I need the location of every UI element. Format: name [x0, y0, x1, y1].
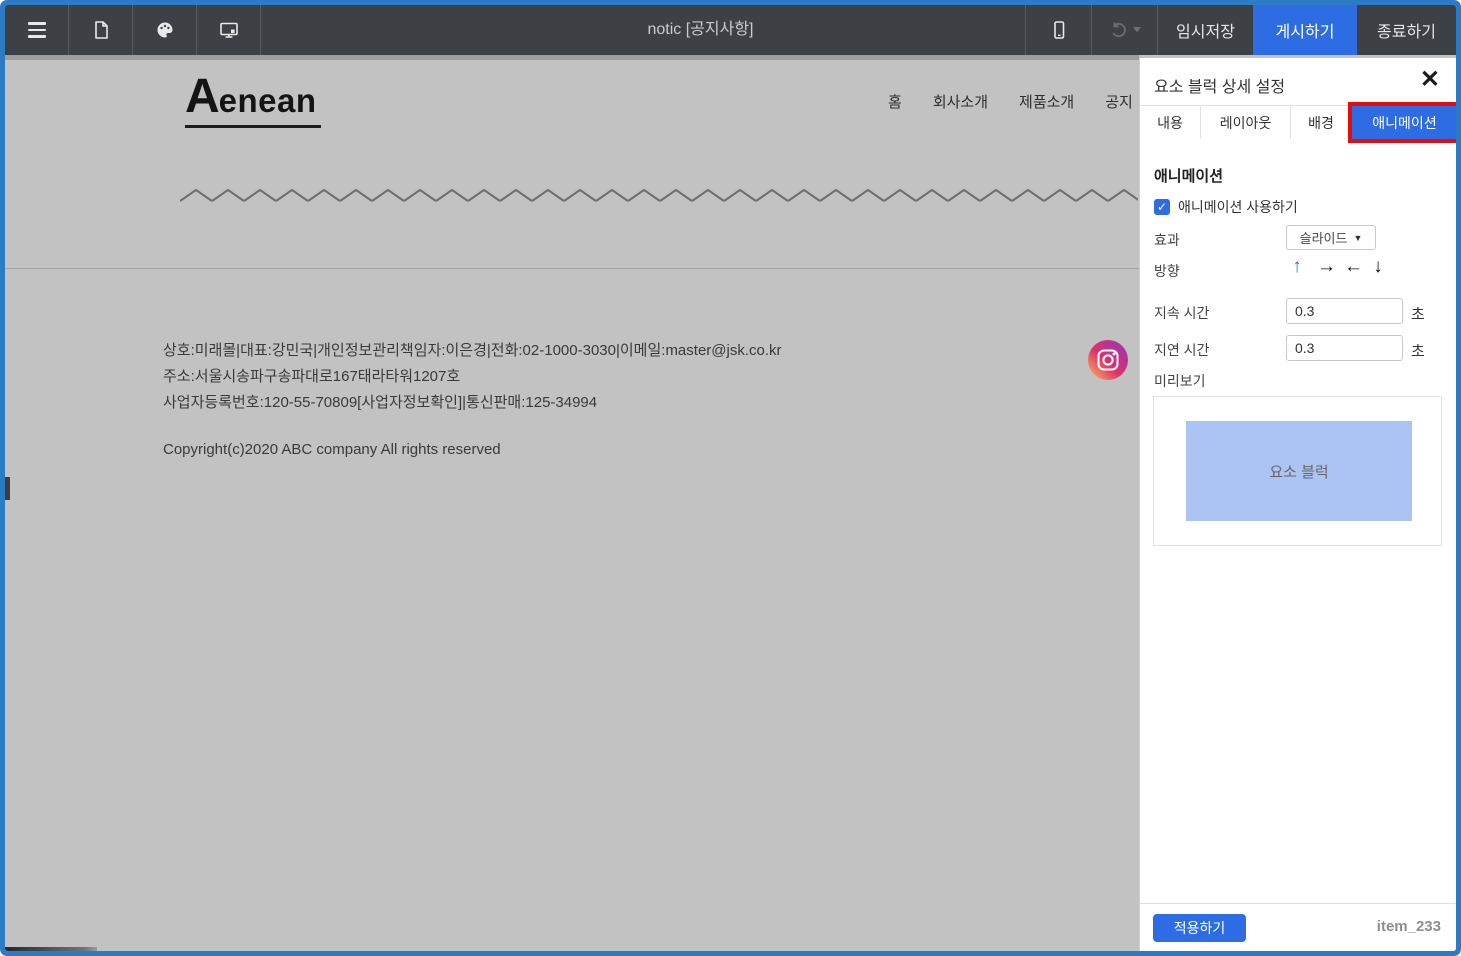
- palette-icon: [157, 22, 172, 38]
- close-icon[interactable]: ✕: [1420, 66, 1440, 95]
- theme-button[interactable]: [133, 5, 197, 55]
- duration-unit: 초: [1411, 306, 1425, 323]
- tab-animation[interactable]: 애니메이션: [1352, 106, 1456, 139]
- duration-label: 지속 시간: [1154, 305, 1210, 321]
- preview-label: 미리보기: [1154, 373, 1206, 389]
- direction-label: 방향: [1154, 263, 1180, 279]
- page-button[interactable]: [69, 5, 133, 55]
- use-animation-checkbox-row[interactable]: ✓ 애니메이션 사용하기: [1154, 197, 1298, 217]
- panel-title: 요소 블럭 상세 설정: [1154, 79, 1286, 96]
- panel-footer: 적용하기 item_233: [1140, 903, 1456, 951]
- effect-label: 효과: [1154, 232, 1180, 248]
- delay-label: 지연 시간: [1154, 342, 1210, 358]
- settings-panel: 요소 블럭 상세 설정 ✕ 내용 레이아웃 배경 애니메이션 애니메이션 ✓ 애…: [1139, 58, 1456, 951]
- site-logo[interactable]: Aenean: [185, 69, 321, 128]
- top-toolbar: notic [공지사항] 임시저장 게시하기 종료하기: [5, 5, 1456, 55]
- canvas-top-strip: [5, 55, 1139, 60]
- item-id-text: item_233: [1376, 918, 1441, 935]
- menu-button[interactable]: [5, 5, 69, 55]
- tab-background[interactable]: 배경: [1291, 106, 1352, 139]
- apply-button[interactable]: 적용하기: [1153, 914, 1246, 942]
- logo-text: enean: [218, 82, 317, 119]
- preview-area: 요소 블럭: [1153, 396, 1442, 546]
- nav-item-products[interactable]: 제품소개: [1019, 91, 1074, 112]
- horizontal-scrollbar-thumb[interactable]: [5, 947, 97, 951]
- footer-line: 사업자등록번호:120-55-70809[사업자정보확인]|통신판매:125-3…: [163, 394, 598, 411]
- use-animation-label: 애니메이션 사용하기: [1178, 199, 1298, 215]
- effect-value: 슬라이드: [1299, 231, 1348, 246]
- toolbar-left-group: [5, 5, 261, 55]
- logo-initial: A: [185, 70, 220, 123]
- section-divider: [5, 268, 1139, 269]
- instagram-icon[interactable]: [1088, 340, 1128, 380]
- monitor-icon: [219, 22, 238, 38]
- direction-down-icon[interactable]: ↓: [1371, 256, 1385, 278]
- tab-content[interactable]: 내용: [1140, 106, 1201, 139]
- effect-dropdown[interactable]: 슬라이드 ▼: [1286, 225, 1376, 250]
- exit-button[interactable]: 종료하기: [1357, 5, 1456, 55]
- publish-button[interactable]: 게시하기: [1253, 5, 1357, 55]
- toolbar-right-group: 임시저장 게시하기 종료하기: [1025, 5, 1456, 55]
- undo-caret-icon: [1132, 27, 1141, 33]
- duration-input[interactable]: [1286, 298, 1403, 324]
- document-icon: [94, 21, 108, 39]
- editor-window: notic [공지사항] 임시저장 게시하기 종료하기 Aenean 홈 회사소…: [5, 5, 1456, 951]
- checkbox-checked-icon[interactable]: ✓: [1154, 199, 1170, 215]
- nav-item-home[interactable]: 홈: [888, 91, 902, 112]
- animation-section-title: 애니메이션: [1154, 168, 1224, 185]
- mobile-phone-icon: [1053, 21, 1064, 39]
- footer-info-block: 상호:미래몰|대표:강민국|개인정보관리책임자:이은경|전화:02-1000-3…: [163, 338, 782, 416]
- preview-element-block: 요소 블럭: [1186, 421, 1412, 521]
- panel-tabs: 내용 레이아웃 배경 애니메이션: [1140, 105, 1456, 139]
- nav-item-notice[interactable]: 공지: [1105, 91, 1133, 112]
- screenshot-frame: notic [공지사항] 임시저장 게시하기 종료하기 Aenean 홈 회사소…: [0, 0, 1461, 956]
- copyright-text: Copyright(c)2020 ABC company All rights …: [163, 441, 501, 458]
- display-button[interactable]: [197, 5, 261, 55]
- undo-button[interactable]: [1091, 5, 1157, 55]
- direction-options: ↑ → ← ↓: [1290, 256, 1385, 278]
- zigzag-divider: [180, 187, 1138, 210]
- vertical-scrollbar-thumb[interactable]: [5, 477, 10, 500]
- mobile-preview-button[interactable]: [1025, 5, 1091, 55]
- site-nav: 홈 회사소개 제품소개 공지: [888, 91, 1139, 112]
- footer-line: 주소:서울시송파구송파대로167태라타워1207호: [163, 368, 461, 385]
- site-canvas: Aenean 홈 회사소개 제품소개 공지 상호:미래몰|대표:강민국|개인정보…: [5, 55, 1139, 951]
- menu-icon: [27, 22, 46, 38]
- delay-input[interactable]: [1286, 335, 1403, 361]
- direction-left-icon[interactable]: ←: [1344, 256, 1363, 278]
- nav-item-company[interactable]: 회사소개: [933, 91, 988, 112]
- direction-up-icon[interactable]: ↑: [1290, 256, 1304, 278]
- temp-save-button[interactable]: 임시저장: [1157, 5, 1253, 55]
- delay-unit: 초: [1411, 343, 1425, 360]
- direction-right-icon[interactable]: →: [1317, 256, 1336, 278]
- footer-line: 상호:미래몰|대표:강민국|개인정보관리책임자:이은경|전화:02-1000-3…: [163, 342, 782, 359]
- chevron-down-icon: ▼: [1353, 232, 1363, 243]
- tab-layout[interactable]: 레이아웃: [1201, 106, 1291, 139]
- page-title: notic [공지사항]: [647, 21, 754, 38]
- undo-icon: [1112, 22, 1126, 38]
